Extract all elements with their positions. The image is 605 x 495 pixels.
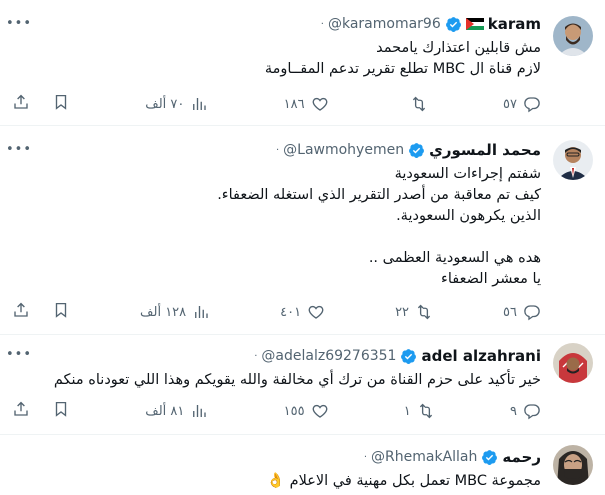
views-button[interactable]: ٧٠ ألف [145, 95, 208, 113]
retweet-icon [410, 95, 428, 113]
palestine-flag-icon [465, 18, 484, 30]
views-button[interactable]: ١٢٨ ألف [140, 303, 210, 321]
tweet-actions: ٥٧ ١٨٦ ٧٠ ألف [12, 94, 541, 114]
views-count: ٨١ ألف [145, 403, 185, 419]
reply-icon [523, 303, 541, 321]
retweet-icon [415, 303, 433, 321]
views-count: ٧٠ ألف [145, 96, 185, 112]
tweet-text: مش قابلين اعتذارك يامحمد لازم قناة ال MB… [264, 40, 541, 77]
bookmark-icon[interactable] [52, 400, 70, 422]
like-button[interactable]: ١٨٦ [284, 95, 329, 113]
author-name[interactable]: karam [488, 15, 541, 33]
tweet-secondary-actions [12, 400, 70, 422]
tweet-secondary-actions [12, 301, 70, 323]
retweet-count: ٢٢ [395, 304, 410, 320]
avatar[interactable] [553, 140, 593, 180]
like-count: ١٨٦ [283, 96, 305, 112]
verified-badge-icon [400, 348, 417, 365]
reply-button[interactable]: ٩ [510, 402, 541, 420]
retweet-button[interactable]: ١ [404, 402, 435, 420]
retweet-button[interactable]: ٢٢ [395, 303, 433, 321]
tweet-header: محمد المسوري @Lawmohyemen · [14, 140, 541, 160]
tweet-text: مجموعة MBC تعمل بكل مهنية في الاعلام 👌 [266, 473, 541, 489]
reply-button[interactable]: ٥٧ [503, 95, 541, 113]
reply-count: ٥٦ [503, 304, 517, 320]
tweet-2[interactable]: محمد المسوري @Lawmohyemen · شفتم إجراءات… [0, 126, 605, 335]
author-name[interactable]: adel alzahrani [421, 347, 541, 365]
tweet-actions: ٩ ١ ١٥٥ ٨١ ألف [12, 401, 541, 421]
separator-dot: · [363, 451, 368, 463]
more-dots-icon[interactable]: ••• [6, 348, 32, 369]
like-icon [311, 402, 329, 420]
retweet-button[interactable] [404, 95, 428, 113]
tweet-3[interactable]: adel alzahrani @adelalz69276351 · خير تأ… [0, 335, 605, 435]
tweet-header: karam @karamomar96 · [14, 14, 541, 34]
more-dots-icon[interactable]: ••• [6, 17, 32, 38]
author-handle[interactable]: @karamomar96 [328, 16, 441, 32]
separator-dot: · [275, 144, 280, 156]
separator-dot: · [254, 350, 258, 362]
author-name[interactable]: رحمه [502, 448, 541, 466]
bookmark-icon[interactable] [52, 93, 70, 115]
bookmark-icon[interactable] [52, 301, 70, 323]
tweet-actions: ٥٦ ٢٢ ٤٠١ ١٢٨ ألف [12, 302, 541, 322]
views-count: ١٢٨ ألف [140, 304, 187, 320]
retweet-icon [417, 402, 435, 420]
tweet-1[interactable]: karam @karamomar96 · مش قابلين اعتذارك ي… [0, 0, 605, 126]
author-handle[interactable]: @RhemakAllah [371, 449, 477, 465]
share-icon[interactable] [12, 400, 30, 422]
reply-count: ٩ [510, 403, 517, 419]
reply-button[interactable]: ٥٦ [503, 303, 541, 321]
author-handle[interactable]: @adelalz69276351 [261, 348, 396, 364]
views-icon [190, 402, 208, 420]
tweet-header: رحمه @RhemakAllah · [14, 447, 541, 467]
share-icon[interactable] [12, 93, 30, 115]
verified-badge-icon [445, 16, 462, 33]
tweet-header: adel alzahrani @adelalz69276351 · [14, 346, 541, 366]
more-dots-icon[interactable]: ••• [6, 143, 32, 164]
verified-badge-icon [408, 142, 425, 159]
tweet-text: خير تأكيد على حزم القناة من ترك أي مخالف… [53, 372, 541, 388]
like-count: ٤٠١ [280, 304, 302, 320]
author-name[interactable]: محمد المسوري [429, 141, 541, 159]
reply-icon [523, 402, 541, 420]
retweet-count: ١ [403, 403, 411, 419]
like-count: ١٥٥ [283, 403, 305, 419]
avatar[interactable] [553, 16, 593, 56]
separator-dot: · [320, 18, 324, 30]
reply-count: ٥٧ [503, 96, 517, 112]
views-button[interactable]: ٨١ ألف [145, 402, 208, 420]
author-handle[interactable]: @Lawmohyemen [283, 142, 404, 158]
reply-icon [523, 95, 541, 113]
views-icon [190, 95, 208, 113]
tweet-4[interactable]: رحمه @RhemakAllah · مجموعة MBC تعمل بكل … [0, 435, 605, 495]
like-button[interactable]: ١٥٥ [284, 402, 329, 420]
like-button[interactable]: ٤٠١ [280, 303, 325, 321]
like-icon [311, 95, 329, 113]
like-icon [307, 303, 325, 321]
tweet-text: شفتم إجراءات السعودية كيف تم معاقبة من أ… [217, 166, 541, 287]
avatar[interactable] [553, 343, 593, 383]
verified-badge-icon [481, 449, 498, 466]
tweet-secondary-actions [12, 93, 70, 115]
views-icon [192, 303, 210, 321]
share-icon[interactable] [12, 301, 30, 323]
avatar[interactable] [553, 445, 593, 485]
